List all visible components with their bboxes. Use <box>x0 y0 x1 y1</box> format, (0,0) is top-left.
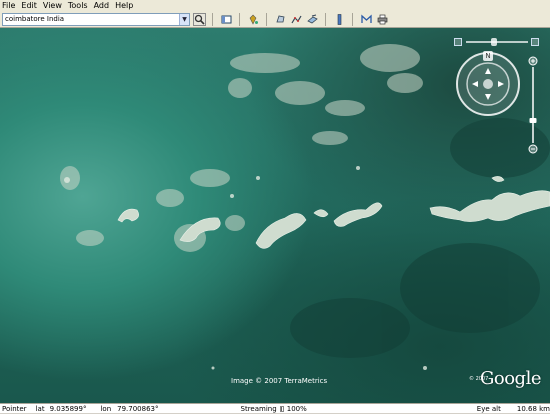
search-input[interactable] <box>3 13 179 25</box>
google-logo: Google <box>480 368 541 389</box>
toolbar-separator <box>239 12 240 26</box>
tilt-track <box>466 41 528 43</box>
tilt-down-button[interactable] <box>454 38 462 46</box>
menu-add[interactable]: Add <box>94 0 110 11</box>
toolbar-separator <box>212 12 213 26</box>
search-box: ▼ <box>2 12 190 26</box>
add-path-icon <box>291 15 302 23</box>
add-overlay-icon <box>307 14 318 23</box>
chevron-down-icon: ▼ <box>182 15 187 23</box>
add-placemark-button[interactable] <box>247 13 260 26</box>
email-button[interactable] <box>360 13 373 26</box>
toolbar-separator <box>352 12 353 26</box>
menu-file[interactable]: File <box>2 0 15 11</box>
menu-edit[interactable]: Edit <box>21 0 37 11</box>
sidebar-toggle-icon <box>221 15 232 23</box>
streaming-label: Streaming <box>240 404 277 413</box>
tilt-up-button[interactable] <box>531 38 539 46</box>
tilt-knob[interactable] <box>491 38 497 46</box>
eye-alt-label: Eye alt <box>476 404 501 413</box>
zoom-slider[interactable] <box>528 56 538 154</box>
ruler-button[interactable] <box>333 13 346 26</box>
map-viewport[interactable]: N Image © 2007 TerraMetrics © 2007 Googl… <box>0 28 550 403</box>
imagery-copyright: Image © 2007 TerraMetrics <box>231 377 328 385</box>
search-dropdown-button[interactable]: ▼ <box>179 13 189 25</box>
lat-label: lat <box>35 404 45 413</box>
print-icon <box>377 14 388 24</box>
status-bar: Pointer lat 9.035899° lon 79.700863° Str… <box>0 403 550 413</box>
navigation-control: N <box>454 38 540 156</box>
sidebar-toggle-button[interactable] <box>220 13 233 26</box>
lon-label: lon <box>100 404 112 413</box>
add-polygon-button[interactable] <box>274 13 287 26</box>
search-icon <box>194 14 205 25</box>
search-button[interactable] <box>193 12 206 26</box>
eye-alt-value: 10.68 km <box>516 404 550 413</box>
streaming-percent: 100% <box>286 404 307 413</box>
add-placemark-icon <box>249 14 258 25</box>
menu-tools[interactable]: Tools <box>68 0 88 11</box>
lon-value: 79.700863° <box>117 404 159 413</box>
add-overlay-button[interactable] <box>306 13 319 26</box>
toolbar-separator <box>266 12 267 26</box>
ruler-icon <box>337 13 342 25</box>
tilt-slider[interactable] <box>454 38 540 48</box>
toolbar-separator <box>325 12 326 26</box>
add-polygon-icon <box>276 15 285 22</box>
menu-bar: File Edit View Tools Add Help <box>0 0 550 11</box>
streaming-progress-bar <box>279 405 284 412</box>
menu-help[interactable]: Help <box>115 0 133 11</box>
menu-view[interactable]: View <box>43 0 62 11</box>
email-icon <box>361 14 372 23</box>
lat-value: 9.035899° <box>49 404 87 413</box>
north-indicator[interactable]: N <box>483 51 493 61</box>
print-button[interactable] <box>376 13 389 26</box>
toolbar: ▼ <box>0 11 550 28</box>
add-path-button[interactable] <box>290 13 303 26</box>
pointer-label: Pointer <box>2 404 27 413</box>
